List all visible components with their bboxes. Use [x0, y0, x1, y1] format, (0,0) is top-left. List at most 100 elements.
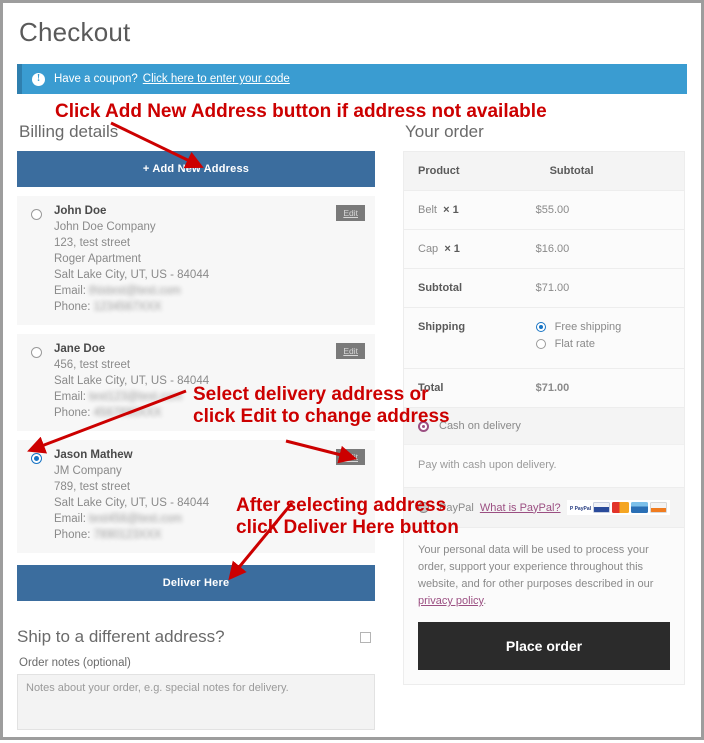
address-email-value: test123@test.com	[89, 391, 183, 403]
address-name: Jason Mathew	[54, 449, 133, 461]
address-phone-value: 1234567XXX	[93, 301, 162, 313]
payment-radio-paypal[interactable]	[418, 502, 429, 513]
shipping-label: Shipping	[404, 307, 536, 369]
product-qty: × 1	[443, 204, 459, 216]
coupon-link[interactable]: Click here to enter your code	[143, 73, 290, 85]
privacy-box: Your personal data will be used to proce…	[403, 528, 685, 685]
shipping-option-free[interactable]: Free shipping	[535, 321, 684, 333]
order-notes-label: Order notes (optional)	[19, 657, 131, 669]
address-email-value: test456@test.com	[89, 513, 183, 525]
amex-card-icon	[631, 502, 648, 513]
subtotal-row: Subtotal $71.00	[404, 268, 684, 308]
product-name: Cap	[418, 243, 439, 255]
address-street: 456, test street	[54, 359, 131, 371]
address-email-label: Email:	[54, 513, 86, 525]
product-qty: × 1	[444, 243, 460, 255]
address-name: Jane Doe	[54, 343, 106, 355]
ship-to-different-address-row[interactable]: Ship to a different address?	[17, 627, 375, 647]
order-column: Your order Product Subtotal Belt × 1 $55…	[403, 104, 685, 685]
address-body: John Doe John Doe Company 123, test stre…	[54, 205, 365, 315]
discover-card-icon	[650, 502, 667, 513]
payment-method-label: PayPal	[439, 501, 474, 514]
edit-address-button[interactable]: Edit	[336, 205, 365, 221]
product-subtotal: $55.00	[535, 204, 570, 216]
browser-frame: Checkout ! Have a coupon? Click here to …	[0, 0, 704, 740]
address-street: 123, test street	[54, 237, 131, 249]
payment-methods-box: Cash on delivery Pay with cash upon deli…	[403, 408, 685, 528]
place-order-button[interactable]: Place order	[418, 622, 670, 670]
subtotal-label: Subtotal	[404, 268, 536, 308]
table-header-row: Product Subtotal	[404, 152, 684, 191]
total-label: Total	[404, 368, 536, 407]
accepted-cards: P PayPal	[566, 500, 670, 515]
address-email: Email: thistest@test.com	[54, 283, 365, 299]
billing-heading: Billing details	[19, 122, 119, 141]
privacy-text: Your personal data will be used to proce…	[418, 542, 670, 610]
coupon-text: Have a coupon?	[54, 73, 138, 85]
ship-to-different-address-checkbox[interactable]	[360, 631, 371, 643]
address-phone-value: 4567890XXX	[93, 407, 162, 419]
ship-to-different-address-label: Ship to a different address?	[17, 627, 225, 646]
payment-radio-cod[interactable]	[418, 420, 429, 432]
order-summary-box: Product Subtotal Belt × 1 $55.00 Cap × 1…	[403, 151, 685, 408]
column-header-subtotal: Subtotal	[535, 152, 684, 191]
address-apartment: Roger Apartment	[54, 253, 141, 265]
mastercard-card-icon	[612, 502, 629, 513]
address-card[interactable]: Jane Doe 456, test street Salt Lake City…	[17, 334, 375, 431]
shipping-option-flat[interactable]: Flat rate	[535, 338, 684, 350]
total-value: $71.00	[535, 368, 684, 407]
payment-method-paypal[interactable]: PayPal What is PayPal? P PayPal	[404, 487, 684, 527]
checkout-page: Checkout ! Have a coupon? Click here to …	[3, 3, 701, 737]
privacy-text-before: Your personal data will be used to proce…	[418, 544, 654, 590]
address-radio[interactable]	[31, 453, 42, 464]
address-phone-label: Phone:	[54, 529, 91, 541]
table-row: Cap × 1 $16.00	[404, 229, 684, 269]
address-email-value: thistest@test.com	[89, 285, 181, 297]
address-email: Email: test456@test.com	[54, 511, 365, 527]
edit-address-button[interactable]: Edit	[336, 343, 365, 359]
subtotal-value: $71.00	[535, 268, 684, 308]
product-cell: Belt × 1	[404, 191, 536, 230]
address-card[interactable]: John Doe John Doe Company 123, test stre…	[17, 196, 375, 325]
address-city-state-zip: Salt Lake City, UT, US - 84044	[54, 497, 210, 509]
what-is-paypal-link[interactable]: What is PayPal?	[480, 502, 561, 514]
deliver-here-wrapper: Deliver Here	[17, 565, 375, 601]
page-title: Checkout	[19, 17, 131, 47]
privacy-text-after: .	[483, 595, 487, 607]
privacy-policy-link[interactable]: privacy policy	[418, 595, 483, 607]
address-phone: Phone: 7890123XXX	[54, 527, 365, 543]
address-email-label: Email:	[54, 285, 86, 297]
edit-address-button[interactable]: Edit	[336, 449, 365, 465]
table-row: Belt × 1 $55.00	[404, 191, 684, 230]
address-email: Email: test123@test.com	[54, 389, 365, 405]
add-new-address-button[interactable]: + Add New Address	[17, 151, 375, 187]
address-phone: Phone: 1234567XXX	[54, 299, 365, 315]
order-heading: Your order	[405, 122, 484, 141]
coupon-notice: ! Have a coupon? Click here to enter you…	[17, 64, 687, 94]
address-name: John Doe	[54, 205, 107, 217]
address-body: Jason Mathew JM Company 789, test street…	[54, 449, 365, 543]
shipping-radio-free[interactable]	[535, 322, 546, 332]
address-body: Jane Doe 456, test street Salt Lake City…	[54, 343, 365, 421]
address-phone-value: 7890123XXX	[93, 529, 162, 541]
address-email-label: Email:	[54, 391, 86, 403]
payment-method-cod[interactable]: Cash on delivery	[404, 408, 684, 444]
order-notes-input[interactable]	[17, 674, 375, 730]
deliver-here-button[interactable]: Deliver Here	[17, 565, 375, 601]
address-company: JM Company	[54, 465, 122, 477]
billing-column: Billing details + Add New Address John D…	[17, 104, 375, 735]
visa-card-icon	[593, 502, 610, 513]
shipping-radio-flat[interactable]	[535, 339, 546, 349]
payment-description: Pay with cash upon delivery.	[404, 444, 684, 487]
address-radio[interactable]	[31, 209, 42, 220]
shipping-row: Shipping Free shipping Flat rate	[404, 307, 684, 369]
address-city-state-zip: Salt Lake City, UT, US - 84044	[54, 375, 210, 387]
address-street: 789, test street	[54, 481, 131, 493]
address-company: John Doe Company	[54, 221, 156, 233]
shipping-options: Free shipping Flat rate	[535, 307, 684, 369]
shipping-option-label: Free shipping	[554, 321, 622, 333]
address-radio[interactable]	[31, 347, 42, 358]
address-card-selected[interactable]: Jason Mathew JM Company 789, test street…	[17, 440, 375, 553]
product-name: Belt	[418, 204, 437, 216]
paypal-left: PayPal What is PayPal?	[418, 502, 561, 514]
